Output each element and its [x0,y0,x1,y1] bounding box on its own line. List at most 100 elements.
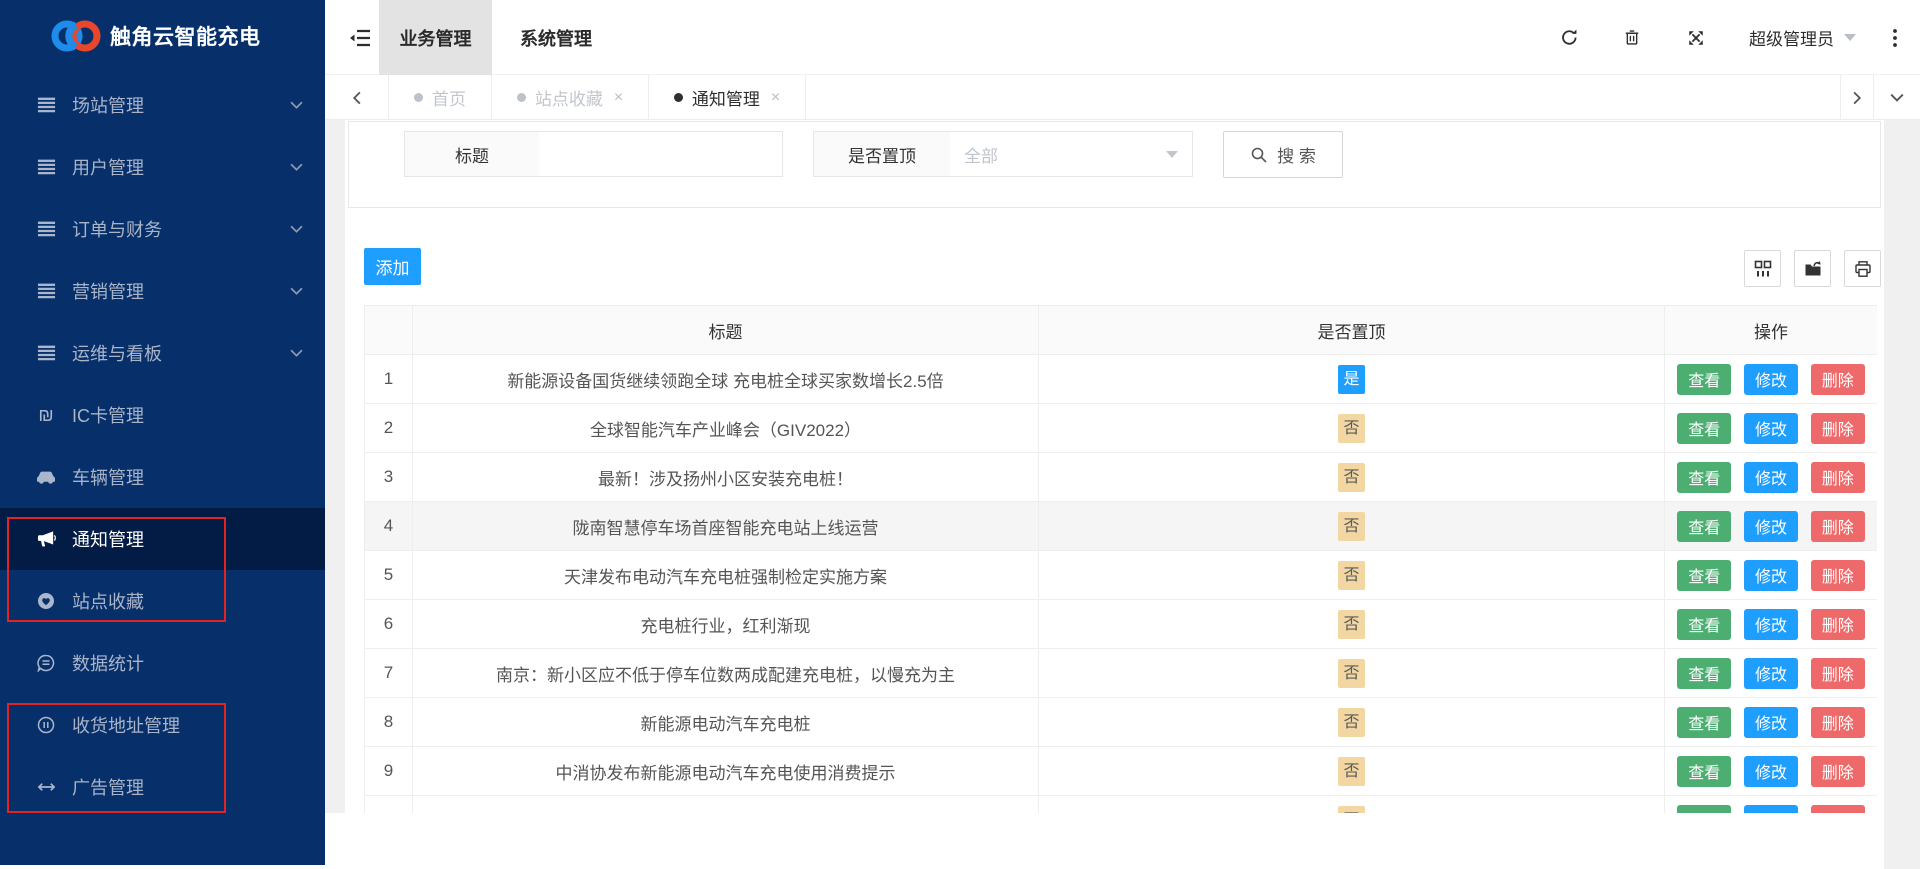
row-title: 充电桩行业，红利渐现 [412,599,1039,649]
delete-button[interactable]: 删除 [1810,461,1865,493]
megaphone-icon [34,530,58,548]
close-icon[interactable]: × [771,89,780,107]
edit-button[interactable]: 修改 [1743,608,1798,640]
columns-icon[interactable] [1744,250,1781,287]
edit-button[interactable]: 修改 [1743,755,1798,787]
view-button[interactable]: 查看 [1677,559,1732,591]
pinned-badge: 否 [1338,756,1365,786]
tab-home[interactable]: 首页 [389,75,492,120]
edit-button[interactable]: 修改 [1743,363,1798,395]
tabs-dropdown-icon[interactable] [1874,75,1920,120]
edit-button[interactable]: 修改 [1743,657,1798,689]
sidebar-item-ops-dashboard[interactable]: 运维与看板 [0,322,325,384]
edit-button[interactable]: 修改 [1743,412,1798,444]
view-button[interactable]: 查看 [1677,706,1732,738]
sidebar-item-station-management[interactable]: 场站管理 [0,74,325,136]
delete-button[interactable]: 删除 [1810,363,1865,395]
sidebar-item-marketing[interactable]: 营销管理 [0,260,325,322]
view-button[interactable]: 查看 [1677,608,1732,640]
sidebar-item-vehicles[interactable]: 车辆管理 [0,446,325,508]
view-button[interactable]: 查看 [1677,657,1732,689]
kebab-menu-icon[interactable] [1882,0,1908,75]
search-button[interactable]: 搜 索 [1223,131,1343,178]
nav-tab-system[interactable]: 系统管理 [504,0,608,75]
notifications-table: 标题 是否置顶 操作 1 新能源设备国货继续领跑全球 充电桩全球买家数增长2.5… [364,305,1877,813]
delete-button[interactable]: 删除 [1810,706,1865,738]
sidebar-item-site-favorites[interactable]: 站点收藏 [0,570,325,632]
delete-button[interactable]: 删除 [1810,657,1865,689]
right-scroll-strip [1884,120,1920,869]
edit-button[interactable]: 修改 [1743,559,1798,591]
view-button[interactable]: 查看 [1677,461,1732,493]
title-field-label: 标题 [404,131,540,177]
table-row: 3 最新！涉及扬州小区安装充电桩！ 否 查看 修改 删除 [364,452,1877,502]
row-title: 陇南智慧停车场首座智能充电站上线运营 [412,501,1039,551]
sidebar-item-orders-finance[interactable]: 订单与财务 [0,198,325,260]
collapse-sidebar-icon[interactable] [345,0,375,75]
row-index: 10 [364,795,413,813]
table-row: 9 中消协发布新能源电动汽车充电使用消费提示 否 查看 修改 删除 [364,746,1877,796]
nav-tab-business[interactable]: 业务管理 [379,0,492,75]
title-search-input[interactable] [539,131,783,177]
view-button[interactable]: 查看 [1677,510,1732,542]
pinned-select-value: 全部 [964,146,998,166]
left-gutter [325,120,345,813]
sidebar-item-label: 通知管理 [72,530,144,550]
sidebar: 触角云智能充电 场站管理 用户管理 订单与财务 营销管理 运维与看板 ₪ IC卡… [0,0,325,865]
tabs-scroll-right-icon[interactable] [1840,75,1874,120]
edit-button[interactable]: 修改 [1743,706,1798,738]
chevron-down-icon [290,163,303,171]
sidebar-item-notifications[interactable]: 通知管理 [0,508,325,570]
tabs-scroll-left-icon[interactable] [325,75,389,120]
delete-button[interactable]: 删除 [1810,608,1865,640]
row-index: 3 [364,452,413,502]
search-button-label: 搜 索 [1277,147,1316,166]
car-icon [34,469,58,485]
view-button[interactable]: 查看 [1677,755,1732,787]
view-button[interactable]: 查看 [1677,412,1732,444]
table-row: 5 天津发布电动汽车充电桩强制检定实施方案 否 查看 修改 删除 [364,550,1877,600]
print-icon[interactable] [1844,250,1881,287]
delete-button[interactable]: 删除 [1810,804,1865,813]
table-row: 10 南宁市新能源汽车保有量突破10万辆 否 查看 修改 删除 [364,795,1877,813]
refresh-icon[interactable] [1556,0,1582,75]
row-title: 南宁市新能源汽车保有量突破10万辆 [412,795,1039,813]
chevron-down-icon [290,101,303,109]
pause-circle-icon [34,716,58,734]
sidebar-item-ads[interactable]: 广告管理 [0,756,325,818]
delete-button[interactable]: 删除 [1810,510,1865,542]
comment-lines-icon [34,654,58,672]
chevron-down-icon [290,287,303,295]
username: 超级管理员 [1749,30,1834,49]
pinned-badge: 否 [1338,805,1365,813]
trash-icon[interactable] [1619,0,1645,75]
row-index: 1 [364,354,413,404]
delete-button[interactable]: 删除 [1810,559,1865,591]
sidebar-item-shipping-address[interactable]: 收货地址管理 [0,694,325,756]
export-icon[interactable] [1794,250,1831,287]
add-button[interactable]: 添加 [364,248,421,285]
app-logo: 触角云智能充电 [0,0,325,72]
delete-button[interactable]: 删除 [1810,755,1865,787]
row-index: 2 [364,403,413,453]
pinned-select[interactable]: 全部 [950,131,1193,177]
view-button[interactable]: 查看 [1677,363,1732,395]
tab-notifications[interactable]: 通知管理 × [649,75,806,120]
tab-dot-icon [516,93,526,102]
view-button[interactable]: 查看 [1677,804,1732,813]
edit-button[interactable]: 修改 [1743,804,1798,813]
tab-site-favorites[interactable]: 站点收藏 × [492,75,649,120]
ic-card-icon: ₪ [38,405,54,425]
arrows-horizontal-icon [34,781,58,793]
close-icon[interactable]: × [614,89,623,107]
fullscreen-icon[interactable] [1683,0,1709,75]
edit-button[interactable]: 修改 [1743,461,1798,493]
delete-button[interactable]: 删除 [1810,412,1865,444]
sidebar-item-data-stats[interactable]: 数据统计 [0,632,325,694]
sidebar-item-user-management[interactable]: 用户管理 [0,136,325,198]
sidebar-item-ic-card[interactable]: ₪ IC卡管理 [0,384,325,446]
user-menu[interactable]: 超级管理员 [1749,0,1856,75]
edit-button[interactable]: 修改 [1743,510,1798,542]
tab-label: 站点收藏 [534,90,603,109]
caret-down-icon [1844,34,1856,41]
